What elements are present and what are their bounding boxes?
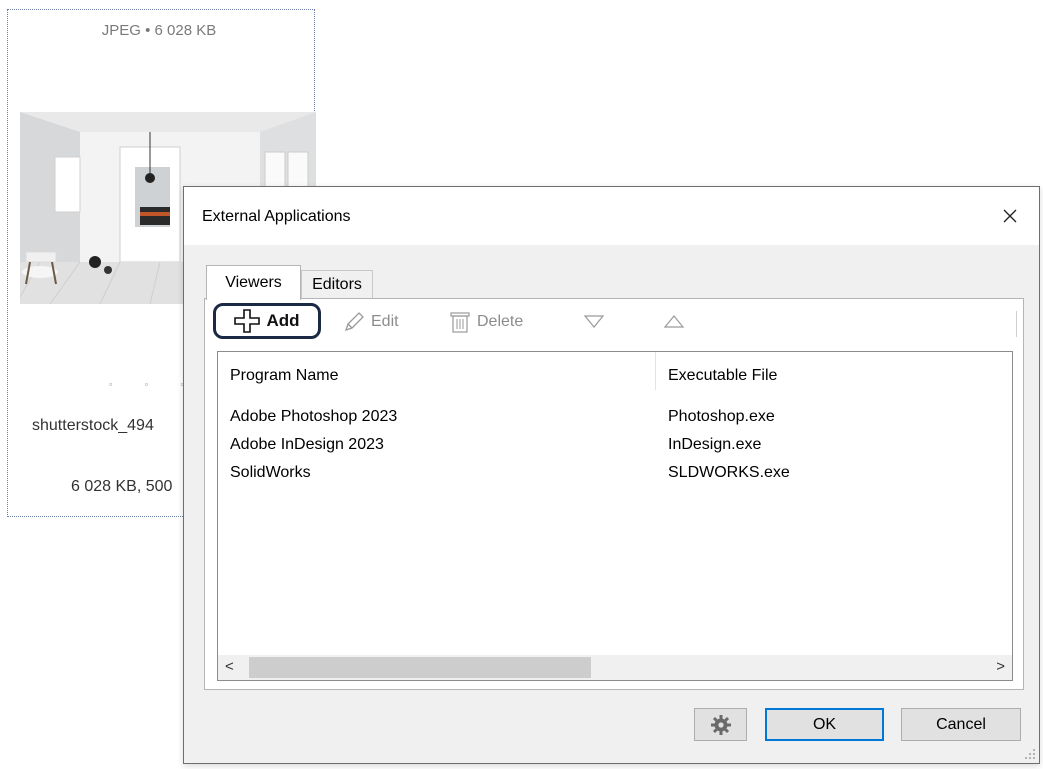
trash-icon <box>450 312 470 333</box>
edit-button[interactable]: Edit <box>343 310 399 334</box>
executable-file-cell: Photoshop.exe <box>668 408 775 425</box>
tab-label: Editors <box>312 276 362 293</box>
add-label: Add <box>266 311 300 330</box>
ok-button[interactable]: OK <box>765 708 884 741</box>
executable-file-cell: InDesign.exe <box>668 436 762 453</box>
edit-label: Edit <box>371 313 399 330</box>
viewers-panel: Add Edit Delete Program Name Executable … <box>204 298 1024 690</box>
column-divider[interactable] <box>655 352 656 390</box>
resize-grip-icon[interactable] <box>1024 748 1036 760</box>
plus-icon <box>234 309 261 333</box>
triangle-down-icon <box>583 315 605 328</box>
horizontal-scrollbar[interactable]: < > <box>218 655 1012 680</box>
gear-icon <box>710 715 731 735</box>
applications-list[interactable]: Program Name Executable File Adobe Photo… <box>217 351 1013 681</box>
executable-file-cell: SLDWORKS.exe <box>668 464 790 481</box>
add-button[interactable]: Add <box>213 303 321 339</box>
scrollbar-thumb[interactable] <box>249 657 591 678</box>
external-applications-dialog: External Applications Viewers Editors Ad… <box>183 186 1040 764</box>
dialog-title: External Applications <box>202 208 351 225</box>
tab-label: Viewers <box>225 274 282 291</box>
file-details-label: 6 028 KB, 500 <box>71 478 173 495</box>
toolbar: Add Edit Delete <box>205 299 1023 345</box>
close-button[interactable] <box>998 204 1022 228</box>
tab-editors[interactable]: Editors <box>301 270 373 298</box>
column-header-executable-file[interactable]: Executable File <box>668 367 777 385</box>
toolbar-divider <box>1016 311 1017 337</box>
table-row[interactable]: Adobe Photoshop 2023 Photoshop.exe <box>218 408 1012 435</box>
column-header-program-name[interactable]: Program Name <box>230 367 338 385</box>
program-name-cell: SolidWorks <box>230 464 311 481</box>
table-row[interactable]: SolidWorks SLDWORKS.exe <box>218 464 1012 491</box>
program-name-cell: Adobe Photoshop 2023 <box>230 408 398 425</box>
scroll-right-arrow[interactable]: > <box>996 658 1005 675</box>
scroll-left-arrow[interactable]: < <box>225 658 234 675</box>
file-format-label: JPEG • 6 028 KB <box>101 22 217 39</box>
close-icon <box>1003 209 1017 223</box>
table-row[interactable]: Adobe InDesign 2023 InDesign.exe <box>218 436 1012 463</box>
settings-button[interactable] <box>694 708 747 741</box>
move-down-button[interactable] <box>583 310 605 334</box>
move-up-button[interactable] <box>663 310 685 334</box>
cancel-button[interactable]: Cancel <box>901 708 1021 741</box>
pencil-icon <box>344 312 364 332</box>
file-name-label: shutterstock_494 <box>32 417 154 434</box>
dialog-titlebar[interactable]: External Applications <box>184 187 1039 245</box>
delete-button[interactable]: Delete <box>449 310 523 334</box>
tab-viewers[interactable]: Viewers <box>206 265 301 300</box>
triangle-up-icon <box>663 315 685 328</box>
delete-label: Delete <box>477 313 524 330</box>
program-name-cell: Adobe InDesign 2023 <box>230 436 384 453</box>
